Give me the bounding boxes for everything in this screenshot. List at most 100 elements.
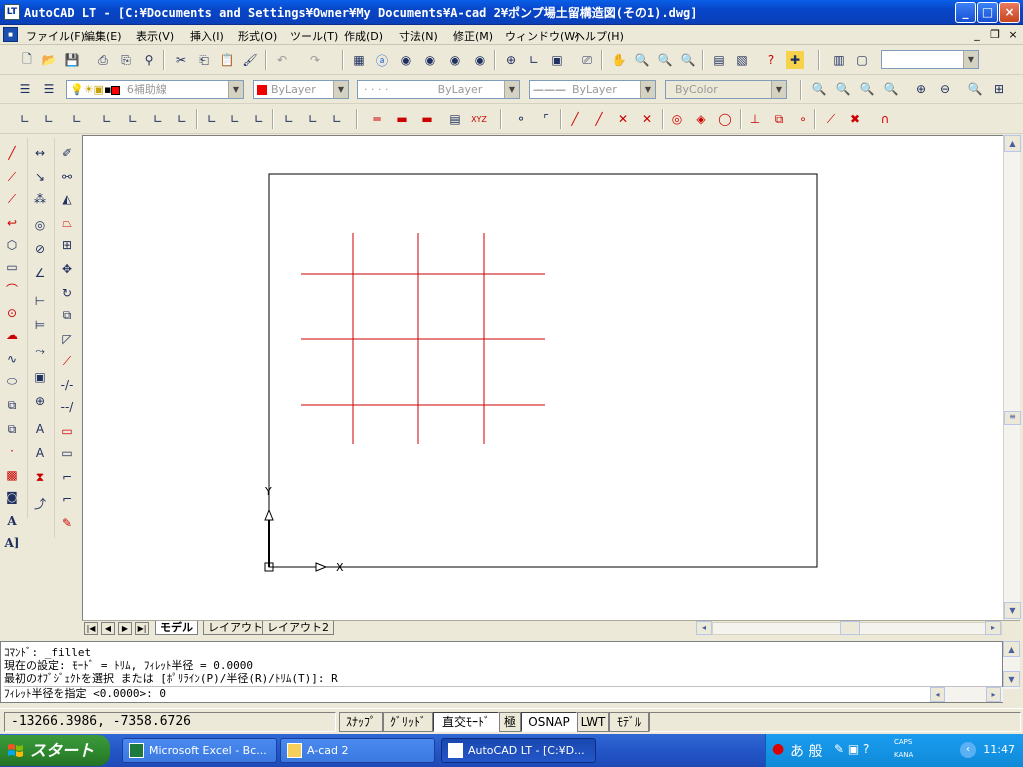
scroll-right-icon[interactable]: ▸ — [986, 687, 1001, 702]
zoom-realtime-icon[interactable]: 🔍 — [633, 51, 651, 69]
lengthen-icon[interactable]: ⟋ — [58, 352, 76, 370]
osnap-node-icon[interactable]: ∘ — [794, 110, 812, 128]
design-center-icon[interactable]: ▦ — [350, 51, 368, 69]
osnap-midpoint-icon[interactable]: ╱ — [590, 110, 608, 128]
web-icon[interactable]: ◉ — [397, 51, 415, 69]
grid-toggle[interactable]: ｸﾞﾘｯﾄﾞ — [383, 712, 433, 732]
command-scrollbar[interactable]: ▲ ▼ — [1003, 641, 1020, 689]
web-browse-icon[interactable]: ◉ — [421, 51, 439, 69]
menu-edit[interactable]: 編集(E) — [84, 28, 122, 44]
scroll-right-icon[interactable]: ▸ — [985, 621, 1001, 635]
print-icon[interactable]: ⎙ — [94, 51, 112, 69]
view-icon[interactable]: ▣ — [548, 51, 566, 69]
copy-object-icon[interactable]: ⚯ — [58, 168, 76, 186]
rectangle-icon[interactable]: ▭ — [3, 258, 21, 276]
layer-manager-icon[interactable]: ☰ — [16, 80, 34, 98]
move-icon[interactable]: ✥ — [58, 260, 76, 278]
tab-layout2[interactable]: レイアウト2 — [262, 621, 334, 635]
command-window[interactable]: ｺﾏﾝﾄﾞ: _fillet 現在の設定: ﾓｰﾄﾞ = ﾄﾘﾑ, ﾌｨﾚｯﾄ半… — [0, 641, 1003, 703]
osnap-settings-icon[interactable]: ∩ — [876, 110, 894, 128]
hexagon-icon[interactable]: ⬡ — [3, 236, 21, 254]
mirror-icon[interactable]: ◭ — [58, 190, 76, 208]
copy-icon[interactable]: ⎗ — [195, 51, 213, 69]
dim-diameter-icon[interactable]: ⊘ — [31, 240, 49, 258]
ucs-3point-icon[interactable]: ∟ — [98, 110, 116, 128]
ucs-object-icon[interactable]: ∟ — [124, 110, 142, 128]
snap-toggle[interactable]: ｽﾅｯﾌﾟ — [339, 712, 383, 732]
dim-linear-icon[interactable]: ═ — [368, 110, 386, 128]
line-icon[interactable]: ╱ — [3, 144, 21, 162]
doc-minimize-button[interactable]: _ — [970, 28, 984, 41]
maximize-button[interactable]: □ — [977, 2, 998, 23]
dim-radius-icon[interactable]: ◎ — [31, 216, 49, 234]
hyperlink-icon[interactable]: ⓐ — [373, 51, 391, 69]
plot-preview-icon[interactable]: ⎘ — [117, 51, 135, 69]
named-views-icon[interactable]: ⎚ — [578, 51, 596, 69]
osnap-quadrant-icon[interactable]: ◈ — [692, 110, 710, 128]
zoom-extents-icon[interactable]: ⊞ — [990, 80, 1008, 98]
new-file-icon[interactable]: 🗋 — [18, 51, 36, 69]
document-icon[interactable]: ■ — [3, 27, 18, 42]
pan-realtime-icon[interactable]: ✋ — [610, 51, 628, 69]
scroll-up-icon[interactable]: ▲ — [1003, 641, 1020, 657]
save-icon[interactable]: 💾 — [63, 51, 81, 69]
osnap-toggle[interactable]: OSNAP — [521, 712, 577, 732]
ime-mode[interactable]: あ 般 — [790, 741, 822, 761]
taskbar-excel[interactable]: Microsoft Excel - Bc... — [122, 738, 277, 763]
dim-update-icon[interactable]: ⧗ — [31, 468, 49, 486]
tolerance-icon[interactable]: ▣ — [31, 368, 49, 386]
text-icon[interactable]: A] — [3, 534, 21, 552]
zoom-dynamic-icon[interactable]: 🔍 — [834, 80, 852, 98]
tab-model[interactable]: モデル — [155, 621, 198, 635]
doc-restore-button[interactable]: ❐ — [988, 28, 1002, 41]
plotstyle-combo[interactable]: ByColor ▼ — [665, 80, 787, 99]
properties-icon[interactable]: ▤ — [710, 51, 728, 69]
scroll-down-icon[interactable]: ▼ — [1004, 602, 1021, 619]
tray-expand-icon[interactable]: ‹ — [960, 742, 976, 758]
zoom-window-icon[interactable]: 🔍 — [810, 80, 828, 98]
tab-last-icon[interactable]: ▶| — [135, 622, 149, 635]
ucs-x-icon[interactable]: ∟ — [203, 110, 221, 128]
insert-block-icon[interactable]: ⧉ — [3, 396, 21, 414]
paste-icon[interactable]: 📋 — [218, 51, 236, 69]
scroll-down-icon[interactable]: ▼ — [1003, 671, 1020, 687]
array-icon[interactable]: ⊞ — [58, 236, 76, 254]
dim-continue-icon[interactable]: ⤳ — [31, 342, 49, 360]
menu-dimension[interactable]: 寸法(N) — [399, 28, 438, 44]
dim-ordinate-icon[interactable]: ⁂ — [31, 190, 49, 208]
tab-next-icon[interactable]: ▶ — [118, 622, 132, 635]
dim-baseline-icon[interactable]: ▬ — [418, 110, 436, 128]
menu-window[interactable]: ウィンドウ(W) — [505, 28, 579, 44]
ipublish-icon[interactable]: ◉ — [471, 51, 489, 69]
region-icon[interactable]: ◙ — [3, 488, 21, 506]
ucs-view-icon[interactable]: ∟ — [173, 110, 191, 128]
markup-icon[interactable]: ✚ — [786, 51, 804, 69]
dim-edit-icon[interactable]: A — [31, 420, 49, 438]
match-properties-icon[interactable]: 🖌 — [241, 51, 259, 69]
polygon-icon[interactable]: ↩ — [3, 214, 21, 232]
osnap-temp-icon[interactable]: ⚬ — [512, 110, 530, 128]
ucs-apply-icon[interactable]: ∟ — [250, 110, 268, 128]
tool-palette-icon[interactable]: ▧ — [733, 51, 751, 69]
zoom-window-icon[interactable]: 🔍 — [656, 51, 674, 69]
title-bar[interactable]: LT AutoCAD LT - [C:¥Documents and Settin… — [0, 0, 1023, 25]
osnap-apparent-icon[interactable]: ✕ — [638, 110, 656, 128]
undo-icon[interactable]: ↶ — [273, 51, 291, 69]
model-toggle[interactable]: ﾓﾃﾞﾙ — [609, 712, 649, 732]
menu-format[interactable]: 形式(O) — [238, 28, 277, 44]
dim-linear-icon[interactable]: ↔ — [31, 144, 49, 162]
lwt-toggle[interactable]: LWT — [577, 712, 609, 732]
fillet-icon[interactable]: ⌐ — [58, 490, 76, 508]
join-icon[interactable]: ▭ — [58, 444, 76, 462]
ellipse-icon[interactable]: ⬭ — [3, 372, 21, 390]
osnap-from-icon[interactable]: ⌜ — [537, 110, 555, 128]
view-toolbar-icon[interactable]: ▥ — [830, 51, 848, 69]
color-combo[interactable]: ByLayer ▼ — [253, 80, 349, 99]
osnap-perpendicular-icon[interactable]: ⊥ — [746, 110, 764, 128]
menu-file[interactable]: ファイル(F) — [26, 28, 85, 44]
red-grid[interactable] — [301, 233, 545, 444]
construction-line-icon[interactable]: ⟋ — [3, 168, 21, 186]
dim-style-icon[interactable]: ▤ — [446, 110, 464, 128]
make-block-icon[interactable]: ⧉ — [3, 420, 21, 438]
menu-draw[interactable]: 作成(D) — [344, 28, 383, 44]
